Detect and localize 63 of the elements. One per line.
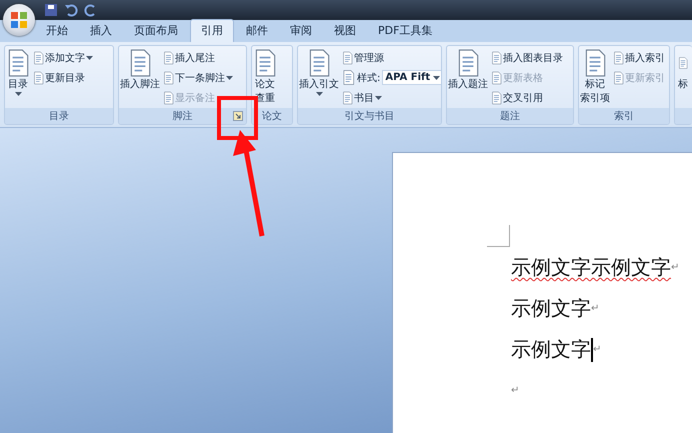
document-icon xyxy=(342,50,353,64)
style-label: 样式: xyxy=(357,72,380,84)
document-icon xyxy=(456,49,480,77)
ribbon-small-button[interactable]: 管理源 xyxy=(341,48,385,67)
paragraph-text: 示例文字 xyxy=(511,295,591,322)
ribbon-small-button[interactable]: 插入索引 xyxy=(612,48,666,67)
paragraph-text: 示例文字示例文字 xyxy=(511,254,671,281)
ribbon-large-button[interactable]: 标记 索引项 xyxy=(580,48,610,108)
document-icon xyxy=(613,70,624,84)
save-icon[interactable] xyxy=(44,3,58,17)
ribbon-tab[interactable]: 审阅 xyxy=(280,20,322,42)
document-icon xyxy=(307,49,331,77)
ribbon-large-button[interactable]: 目录 xyxy=(6,48,30,108)
document-icon xyxy=(6,49,30,77)
ribbon-small-button[interactable]: 交叉引用 xyxy=(490,88,544,107)
ribbon-small-button[interactable]: 书目 xyxy=(341,88,383,107)
ribbon-large-button[interactable]: 插入脚注 xyxy=(120,48,160,108)
dialog-launcher-icon[interactable] xyxy=(233,111,243,121)
document-icon xyxy=(342,90,353,104)
ribbon-tab[interactable]: 开始 xyxy=(36,20,78,42)
document-icon xyxy=(613,50,624,64)
ribbon-small-button[interactable]: 下一条脚注 xyxy=(162,68,234,87)
ribbon-small-button[interactable]: 插入尾注 xyxy=(162,48,216,67)
document-icon xyxy=(128,49,152,77)
ribbon-small-button[interactable]: 更新目录 xyxy=(32,68,86,87)
document-icon xyxy=(33,50,44,64)
group-label: 引文与书目 xyxy=(344,110,394,123)
ribbon-tab[interactable]: 视图 xyxy=(324,20,366,42)
ribbon-tab[interactable]: 页面布局 xyxy=(124,20,188,42)
paragraph-mark: ↵ xyxy=(593,343,602,357)
document-icon xyxy=(491,90,502,104)
document-icon xyxy=(163,50,174,64)
ribbon-small-button[interactable]: 添加文字 xyxy=(32,48,94,67)
ribbon-large-button[interactable]: 标 xyxy=(676,48,691,108)
ribbon-tab[interactable]: PDF工具集 xyxy=(368,20,442,42)
group-label: 论文 xyxy=(262,110,282,123)
style-dropdown[interactable]: APA Fift xyxy=(382,70,441,85)
document-icon xyxy=(163,70,174,84)
four-squares-logo xyxy=(10,11,28,29)
document-icon xyxy=(253,49,277,77)
ribbon-tab[interactable]: 邮件 xyxy=(236,20,278,42)
group-label: 题注 xyxy=(500,110,520,123)
ribbon-large-button[interactable]: 插入题注 xyxy=(448,48,488,108)
paragraph-mark: ↵ xyxy=(671,261,680,275)
document-icon xyxy=(491,50,502,64)
paragraph-mark: ↵ xyxy=(591,302,600,316)
ribbon-tab[interactable]: 引用 xyxy=(190,19,234,42)
document-icon xyxy=(33,70,44,84)
document-icon xyxy=(163,90,174,104)
undo-icon[interactable] xyxy=(64,3,78,17)
document-icon xyxy=(491,70,502,84)
ribbon-small-button[interactable]: 插入图表目录 xyxy=(490,48,564,67)
group-label-bar xyxy=(675,108,692,124)
paragraph-text: 示例文字 xyxy=(511,336,591,363)
group-label: 脚注 xyxy=(172,110,192,123)
document-icon xyxy=(342,70,355,85)
group-label: 目录 xyxy=(49,110,69,123)
margin-corner-mark xyxy=(487,225,510,247)
paragraph-mark: ↵ xyxy=(511,384,520,398)
group-label: 索引 xyxy=(614,110,634,123)
ribbon-large-button[interactable]: 插入引文 xyxy=(299,48,339,108)
document-icon xyxy=(583,49,607,77)
ribbon-tab[interactable]: 插入 xyxy=(80,20,122,42)
